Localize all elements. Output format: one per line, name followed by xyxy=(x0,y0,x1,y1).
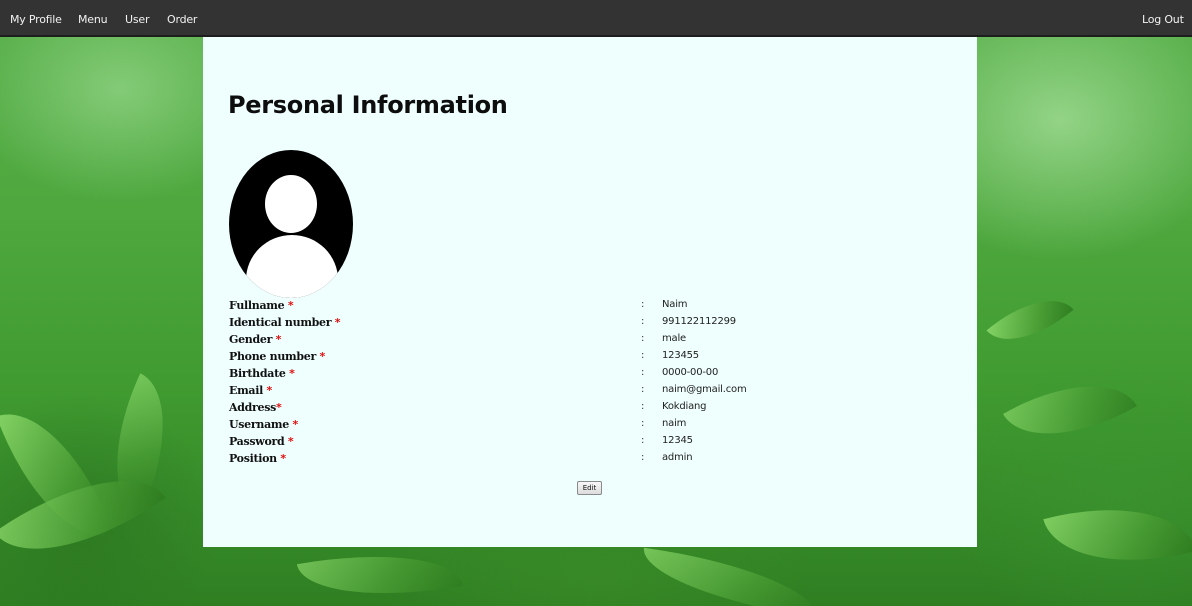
edit-button[interactable]: Edit xyxy=(577,481,602,495)
field-row-identical-number: Identical number * : 991122112299 xyxy=(203,316,977,333)
field-label: Password * xyxy=(229,435,294,448)
field-value: admin xyxy=(662,452,693,463)
background-leaf xyxy=(986,278,1074,362)
background-leaf xyxy=(1003,354,1137,466)
nav-my-profile[interactable]: My Profile xyxy=(10,0,62,37)
logout-link[interactable]: Log Out xyxy=(1142,0,1184,37)
field-value: Naim xyxy=(662,299,688,310)
required-marker: * xyxy=(275,333,282,346)
field-row-gender: Gender * : male xyxy=(203,333,977,350)
required-marker: * xyxy=(289,367,295,380)
field-colon: : xyxy=(641,367,645,378)
field-label: Gender * xyxy=(229,333,282,346)
required-marker: * xyxy=(292,418,298,431)
field-colon: : xyxy=(641,418,645,429)
required-marker: * xyxy=(276,401,282,414)
required-marker: * xyxy=(319,350,325,363)
field-row-email: Email * : naim@gmail.com xyxy=(203,384,977,401)
top-navbar: My Profile Menu User Order Log Out xyxy=(0,0,1192,37)
field-value: 0000-00-00 xyxy=(662,367,719,378)
field-row-phone-number: Phone number * : 123455 xyxy=(203,350,977,367)
field-label: Position * xyxy=(229,452,286,465)
avatar-head-icon xyxy=(265,175,317,233)
field-label: Birthdate * xyxy=(229,367,295,380)
field-value: naim@gmail.com xyxy=(662,384,747,395)
field-row-password: Password * : 12345 xyxy=(203,435,977,452)
field-colon: : xyxy=(641,350,645,361)
field-colon: : xyxy=(641,299,645,310)
required-marker: * xyxy=(280,452,286,465)
field-value: Kokdiang xyxy=(662,401,707,412)
field-value: naim xyxy=(662,418,687,429)
field-colon: : xyxy=(641,452,645,463)
field-colon: : xyxy=(641,401,645,412)
field-row-address: Address* : Kokdiang xyxy=(203,401,977,418)
avatar-body-icon xyxy=(246,235,338,298)
required-marker: * xyxy=(334,316,341,329)
field-colon: : xyxy=(641,435,645,446)
field-row-position: Position * : admin xyxy=(203,452,977,469)
field-value: 12345 xyxy=(662,435,693,446)
field-label: Identical number * xyxy=(229,316,341,329)
field-row-username: Username * : naim xyxy=(203,418,977,435)
required-marker: * xyxy=(266,384,273,397)
field-label: Phone number * xyxy=(229,350,325,363)
field-label: Email * xyxy=(229,384,272,397)
field-row-birthdate: Birthdate * : 0000-00-00 xyxy=(203,367,977,384)
field-colon: : xyxy=(641,316,645,327)
field-colon: : xyxy=(641,333,645,344)
field-value: 991122112299 xyxy=(662,316,736,327)
profile-panel: Personal Information Fullname * : Naim I… xyxy=(203,37,977,547)
page-title: Personal Information xyxy=(228,91,508,119)
field-row-fullname: Fullname * : Naim xyxy=(203,299,977,316)
nav-menu[interactable]: Menu xyxy=(78,0,108,37)
required-marker: * xyxy=(287,299,294,312)
avatar xyxy=(229,150,353,298)
background-leaf xyxy=(637,547,823,606)
field-label: Fullname * xyxy=(229,299,294,312)
field-colon: : xyxy=(641,384,645,395)
nav-order[interactable]: Order xyxy=(167,0,197,37)
field-value: 123455 xyxy=(662,350,699,361)
field-label: Address* xyxy=(229,401,282,414)
field-label: Username * xyxy=(229,418,298,431)
nav-user[interactable]: User xyxy=(125,0,149,37)
required-marker: * xyxy=(287,435,294,448)
background-leaf xyxy=(1043,483,1192,587)
field-value: male xyxy=(662,333,686,344)
